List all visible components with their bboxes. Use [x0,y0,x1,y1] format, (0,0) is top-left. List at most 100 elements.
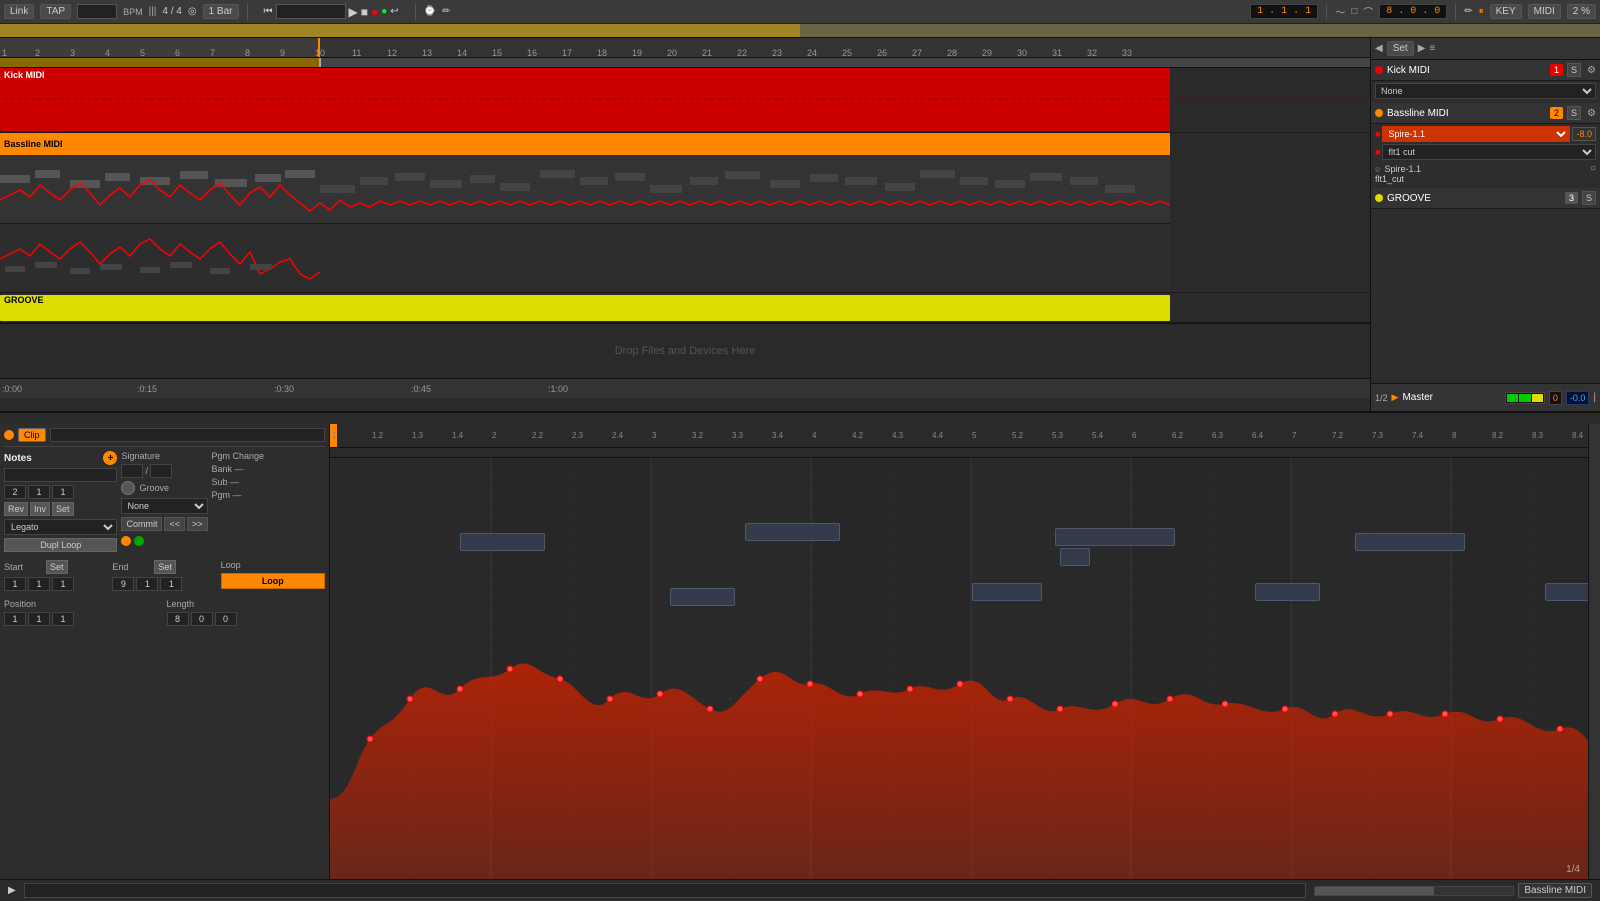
bassline-chain-select[interactable]: flt1 cut [1382,144,1596,160]
start-val-3[interactable] [52,577,74,591]
bassline-options-icon[interactable]: ⚙ [1587,108,1596,119]
note-range-input[interactable]: G2-D3 [4,468,117,482]
bassline-clip-label: Bassline MIDI [4,139,63,149]
kick-s-button[interactable]: S [1567,63,1581,77]
separator-2 [415,4,416,20]
master-options-icon[interactable]: | [1593,392,1596,403]
sig-den[interactable]: 4 [150,464,172,478]
start-val-2[interactable] [28,577,50,591]
next-button[interactable]: >> [187,517,208,531]
dup-loop-row: Dupl Loop [4,538,117,552]
kick-track-entry: Kick MIDI 1 S ⚙ [1371,60,1600,81]
clip-editor-header: Clip Bassline Mi [4,428,325,447]
end-val-1[interactable] [112,577,134,591]
bar-select[interactable]: 1 Bar [203,4,239,19]
set-expand-icon[interactable]: ▶ [1418,43,1426,54]
piano-roll-sub-ruler [330,448,1588,458]
quantize-icon[interactable]: ⌚ [424,6,436,17]
groove-select[interactable]: None [121,498,207,514]
dup-loop-button[interactable]: Dupl Loop [4,538,117,552]
len-val-2[interactable] [191,612,213,626]
note-num2[interactable] [28,485,50,499]
bassline-s-button[interactable]: S [1567,106,1581,120]
tap-button[interactable]: TAP [40,4,71,19]
play-icon-status[interactable]: ▶ [8,885,16,896]
time-sig-bars-icon: ||| [149,6,157,17]
end-val-2[interactable] [136,577,158,591]
kick-options-icon[interactable]: ⚙ [1587,65,1596,76]
overdub-icon[interactable]: ● [381,6,387,17]
status-insert-input[interactable]: Insert Mark 1.1.1 [24,883,1307,898]
key-button[interactable]: KEY [1490,4,1522,19]
goto-start-icon[interactable]: ⏮ [264,6,273,17]
notes-column-header: Notes + [4,451,117,465]
groove-track-name: GROOVE [1387,193,1561,204]
roll-note-1[interactable] [460,533,545,551]
bassline-header-clip[interactable]: Bassline MIDI [0,133,1170,155]
roll-note-2[interactable] [745,523,840,541]
end-val-3[interactable] [160,577,182,591]
roll-note-4[interactable] [1060,548,1090,566]
start-val-1[interactable] [4,577,26,591]
notes-add-button[interactable]: + [103,451,117,465]
drop-label: Drop Files and Devices Here [615,345,756,357]
commit-button[interactable]: Commit [121,517,162,531]
follow-icon[interactable]: ↩ [390,6,398,17]
pos-val-2[interactable] [28,612,50,626]
wavy-icon: 〜 [1335,4,1345,19]
stop-button[interactable]: ■ [361,5,368,19]
arrangement-section: 1 2 3 4 5 6 7 8 9 10 11 12 13 14 [0,24,1600,424]
end-set-btn[interactable]: Set [154,560,176,574]
loop-label: Loop [221,560,261,570]
pgm-row: Pgm — [212,490,325,500]
len-label: Length [167,599,207,609]
track-label-btn[interactable]: Bassline MIDI [1518,883,1592,898]
play-button[interactable]: ▶ [349,5,358,19]
pause-icon[interactable]: ⏸ [1479,6,1484,17]
piano-roll-content[interactable]: 1/4 [330,458,1588,879]
clip-tab[interactable]: Clip [18,428,46,442]
set-button[interactable]: Set [52,502,74,516]
end-values [112,577,216,591]
bpm-input[interactable]: 128.00 [77,4,117,19]
start-set-btn[interactable]: Set [46,560,68,574]
rev-button[interactable]: Rev [4,502,28,516]
len-val-1[interactable] [167,612,189,626]
bassline-instrument-select[interactable]: Spire-1.1 [1382,126,1570,142]
groove-s-button[interactable]: S [1582,191,1596,205]
len-val-3[interactable] [215,612,237,626]
note-num3[interactable] [52,485,74,499]
set-options-icon[interactable]: ≡ [1429,43,1435,54]
piano-roll-ruler[interactable]: 1 1.2 1.3 1.4 2 2.2 2.3 2.4 3 3.2 3.3 3.… [330,424,1588,448]
sig-num[interactable]: 4 [121,464,143,478]
drop-zone[interactable]: Drop Files and Devices Here [0,323,1370,378]
groove-clip[interactable]: GROOVE [0,295,1170,321]
position-input[interactable]: 1 . 1 . 1 [276,4,346,19]
note-num1[interactable] [4,485,26,499]
pos-val-1[interactable] [4,612,26,626]
pos-val-3[interactable] [52,612,74,626]
legato-select[interactable]: Legato [4,519,117,535]
arrangement-ruler[interactable]: 1 2 3 4 5 6 7 8 9 10 11 12 13 14 [0,38,1370,58]
seconds-ruler: :0:00 :0:15 :0:30 :0:45 :1:00 [0,378,1370,398]
legato-row: Legato [4,519,117,535]
inv-button[interactable]: Inv [30,502,50,516]
roll-note-5[interactable] [1355,533,1465,551]
loop-button[interactable]: Loop [221,573,325,589]
minibar[interactable] [0,24,1600,38]
link-button[interactable]: Link [4,4,34,19]
clip-name-input[interactable]: Bassline Mi [50,428,325,442]
vscroll[interactable] [1588,424,1600,879]
set-button[interactable]: Set [1387,41,1414,56]
groove-label: Groove [139,483,169,493]
record-button[interactable]: ● [371,5,378,19]
midi-button[interactable]: MIDI [1528,4,1561,19]
groove-knob[interactable] [121,481,135,495]
draw-icon[interactable]: ✏ [442,6,450,17]
pencil-icon[interactable]: ✏ [1464,6,1472,17]
loop-region-bar[interactable] [0,58,1370,68]
chain1-expand[interactable]: ○ [1590,163,1596,174]
roll-note-3[interactable] [1055,528,1175,546]
prev-button[interactable]: << [164,517,185,531]
kick-instrument-select[interactable]: None [1375,83,1596,99]
